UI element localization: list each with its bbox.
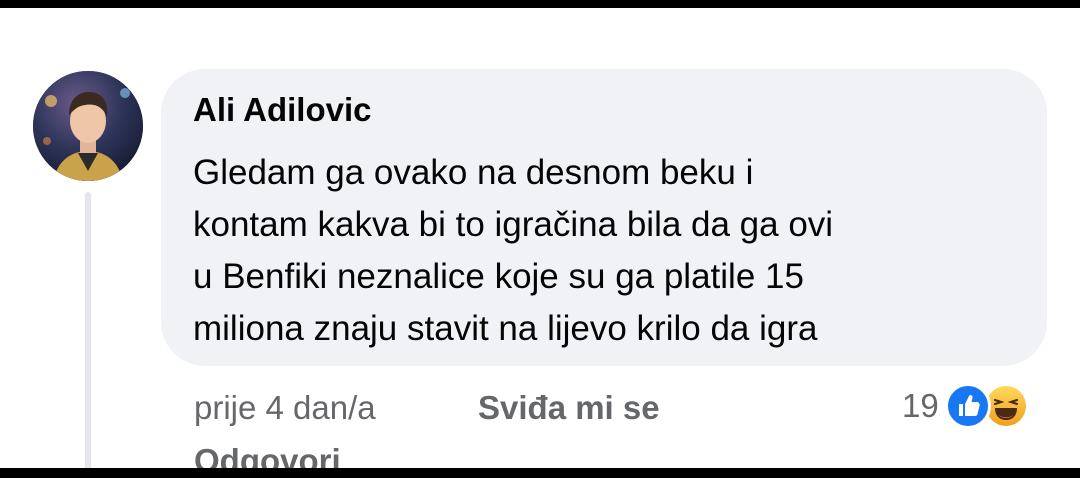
reaction-count: 19 [902,387,939,424]
reaction-summary[interactable]: 19 [902,383,1029,429]
comment-text-line: u Benfiki neznalice koje su ga platile 1… [193,257,804,296]
comment-timestamp[interactable]: prije 4 dan/a [194,389,376,427]
comment-text-line: miliona znaju stavit na lijevo krilo da … [193,309,818,348]
like-icon [944,383,991,429]
thread-line [85,192,91,478]
top-edge [0,0,1080,8]
comment-text: Gledam ga ovako na desnom beku i kontam … [193,147,1033,355]
comment-text-line: Gledam ga ovako na desnom beku i [193,153,754,192]
avatar-photo [33,71,143,181]
comment-bubble: Ali Adilovic Gledam ga ovako na desnom b… [161,69,1047,366]
comment-author[interactable]: Ali Adilovic [193,91,371,129]
avatar[interactable] [33,71,143,181]
like-button[interactable]: Sviđa mi se [478,389,660,427]
comment-text-line: kontam kakva bi to igračina bila da ga o… [193,205,834,244]
bottom-edge [0,468,1080,478]
